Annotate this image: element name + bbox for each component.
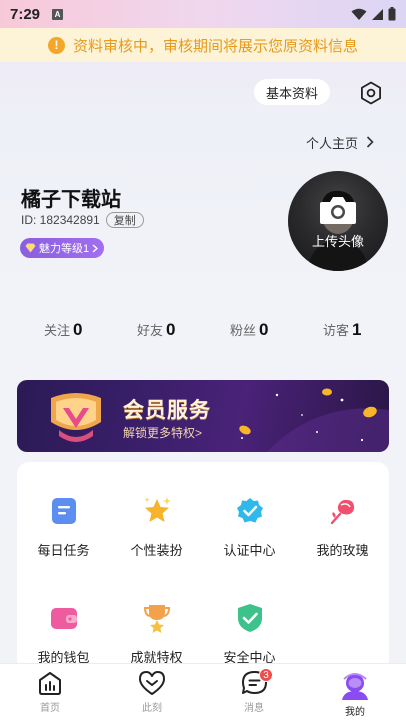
nav-label: 此刻 [142,703,162,714]
wifi-icon [351,8,367,20]
stat-label: 访客 [323,323,350,338]
homepage-label: 个人主页 [306,135,359,151]
upload-avatar-label: 上传头像 [311,234,364,249]
diamond-icon [25,243,36,253]
grid-item-security[interactable]: 安全中心 [203,602,296,666]
user-id: ID: 182342891 [21,213,100,227]
feature-grid: 每日任务 个性装扮 认证中心 我的玫瑰 我的钱包 成就特权 安全中心 [17,462,389,672]
verified-icon [234,495,266,527]
grid-item-achievements[interactable]: 成就特权 [110,602,203,666]
status-bar: 7:29 A [0,0,406,28]
notice-text: 资料审核中，审核期间将展示您原资料信息 [72,37,358,55]
stat-label: 粉丝 [230,323,257,338]
wallet-icon [48,602,80,634]
nav-label: 我的 [345,707,365,718]
settings-button[interactable] [358,80,384,106]
grid-label: 认证中心 [223,543,276,558]
status-time: 7:29 [10,5,41,23]
trophy-icon [141,602,173,634]
nav-label: 消息 [244,703,264,714]
stats-row: 关注 0 好友 0 粉丝 0 访客 1 [0,320,406,344]
grid-label: 每日任务 [37,543,90,558]
charm-level-label: 魅力等级1 [39,243,90,255]
chevron-right-icon [366,136,374,148]
vip-title: 会员服务 [123,399,211,422]
nav-item-moments[interactable]: 此刻 [122,670,182,714]
stat-value: 0 [259,320,269,339]
status-icons [351,7,396,21]
alert-icon: ! [47,36,65,54]
nav-label: 首页 [40,703,60,714]
vip-subtitle: 解锁更多特权> [123,426,203,440]
chevron-right-icon [92,243,99,253]
vip-crest-icon [51,393,101,442]
grid-item-daily-tasks[interactable]: 每日任务 [17,495,110,559]
stat-value: 1 [352,320,362,339]
stat-value: 0 [73,320,83,339]
stat-friends[interactable]: 好友 0 [137,320,175,340]
stat-label: 关注 [44,323,71,338]
rose-icon [327,495,359,527]
homepage-link[interactable]: 个人主页 [306,132,374,152]
grid-item-verification[interactable]: 认证中心 [203,495,296,559]
stat-value: 0 [166,320,176,339]
avatar-upload[interactable]: 上传头像 [288,171,388,271]
bottom-nav: 首页 此刻 3 消息 我的 [0,663,406,723]
copy-id-button[interactable]: 复制 [105,212,144,228]
charm-level-badge[interactable]: 魅力等级1 [20,238,105,258]
stat-fans[interactable]: 粉丝 0 [230,320,268,340]
notification-indicator: A [52,8,64,20]
gear-icon [361,81,381,105]
nav-item-home[interactable]: 首页 [20,670,80,714]
review-notice: ! 资料审核中，审核期间将展示您原资料信息 [0,28,406,62]
nav-item-messages[interactable]: 3 消息 [224,668,284,714]
signal-icon [372,8,383,20]
star-icon [141,495,173,527]
task-icon [48,495,80,527]
basic-info-button[interactable]: 基本资料 [254,79,330,105]
nav-item-mine[interactable]: 我的 [325,670,385,718]
stat-visitors[interactable]: 访客 1 [323,320,361,340]
user-id-row: ID: 182342891 复制 [21,212,144,228]
battery-icon [388,7,396,21]
profile-icon [342,673,368,700]
grid-item-my-roses[interactable]: 我的玫瑰 [296,495,389,559]
grid-label: 我的玫瑰 [316,543,369,558]
grid-item-dress-up[interactable]: 个性装扮 [110,495,203,559]
home-icon [39,672,61,695]
camera-icon [320,197,356,224]
message-badge: 3 [259,668,273,682]
shield-icon [234,602,266,634]
stat-following[interactable]: 关注 0 [44,320,82,340]
username: 橘子下载站 [21,189,121,211]
vip-banner[interactable]: 会员服务 解锁更多特权> [17,380,389,452]
grid-label: 个性装扮 [130,543,183,558]
heart-icon [139,671,165,695]
stat-label: 好友 [137,323,164,338]
grid-item-wallet[interactable]: 我的钱包 [17,602,110,666]
